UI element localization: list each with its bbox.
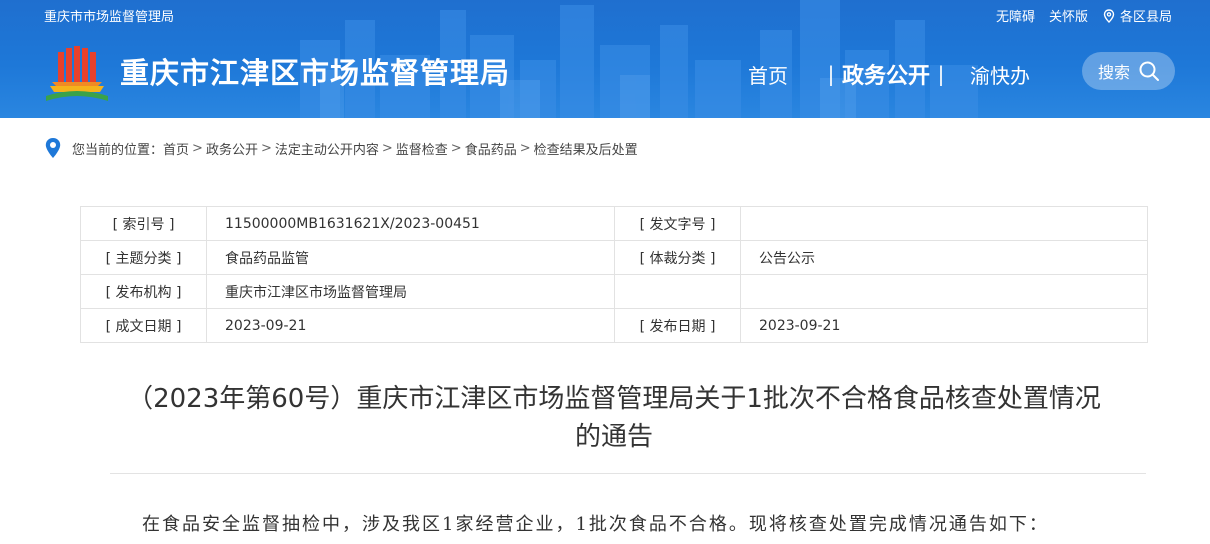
genre-category-value: 公告公示	[740, 240, 1148, 275]
search-icon	[1139, 61, 1160, 81]
nav-gov-affairs[interactable]: 政务公开	[838, 58, 934, 90]
document-title-line: 的通告	[574, 422, 653, 452]
topic-category-value: 食品药品监管	[206, 240, 615, 275]
table-row: [ 成文日期 ] 2023-09-21 [ 发布日期 ] 2023-09-21	[80, 308, 1148, 343]
document-info-table: [ 索引号 ] 11500000MB1631621X/2023-00451 [ …	[80, 206, 1148, 343]
bureau-logo-icon[interactable]	[44, 46, 110, 104]
topic-category-label: [ 主题分类 ]	[80, 240, 207, 275]
nav-separator: |	[937, 62, 945, 86]
index-number-label: [ 索引号 ]	[80, 206, 207, 241]
index-number-value: 11500000MB1631621X/2023-00451	[206, 206, 615, 241]
location-pin-icon	[1103, 8, 1115, 23]
breadcrumb-sep: >	[450, 140, 462, 156]
site-header: 重庆市市场监督管理局 无障碍 关怀版 各区县局 重庆市江津区市场监督管理局 首页…	[0, 0, 1210, 118]
org-name-title[interactable]: 重庆市江津区市场监督管理局	[120, 50, 510, 92]
breadcrumb-sep: >	[192, 140, 203, 156]
breadcrumb-home[interactable]: 首页	[163, 139, 189, 158]
nav-home[interactable]: 首页	[748, 60, 824, 89]
accessibility-link[interactable]: 无障碍	[996, 6, 1035, 25]
breadcrumb-gov-affairs[interactable]: 政务公开	[206, 139, 258, 158]
publish-date-label: [ 发布日期 ]	[614, 308, 741, 343]
table-row: [ 发布机构 ] 重庆市江津区市场监督管理局	[80, 274, 1148, 309]
breadcrumb-sep: >	[381, 140, 393, 156]
location-marker-icon	[45, 138, 61, 158]
issuing-agency-label: [ 发布机构 ]	[80, 274, 207, 309]
district-bureaus-link[interactable]: 各区县局	[1102, 6, 1172, 25]
genre-category-label: [ 体裁分类 ]	[614, 240, 741, 275]
empty-cell	[614, 274, 741, 309]
publish-date-value: 2023-09-21	[740, 308, 1148, 343]
empty-cell	[740, 274, 1148, 309]
doc-number-value	[740, 206, 1148, 241]
table-row: [ 主题分类 ] 食品药品监管 [ 体裁分类 ] 公告公示	[80, 240, 1148, 275]
document-title: （2023年第60号）重庆市江津区市场监督管理局关于1批次不合格食品核查处置情况…	[80, 380, 1148, 456]
nav-separator: |	[827, 62, 835, 86]
main-nav: 首页 | 政务公开 | 渝快办	[748, 58, 1030, 90]
breadcrumb-sep: >	[519, 140, 531, 156]
breadcrumb-sep: >	[260, 140, 272, 156]
doc-number-label: [ 发文字号 ]	[614, 206, 741, 241]
elderly-mode-link[interactable]: 关怀版	[1049, 6, 1088, 25]
nav-yukuaiban[interactable]: 渝快办	[970, 60, 1030, 89]
written-date-label: [ 成文日期 ]	[80, 308, 207, 343]
document-title-line: （2023年第60号）重庆市江津区市场监督管理局关于1批次不合格食品核查处置情况	[127, 384, 1101, 414]
breadcrumb-prefix: 您当前的位置：	[72, 142, 164, 158]
search-button[interactable]: 搜索	[1082, 52, 1175, 90]
district-bureaus-label: 各区县局	[1119, 10, 1172, 25]
search-label: 搜索	[1098, 63, 1131, 82]
top-utility-links: 无障碍 关怀版 各区县局	[996, 6, 1172, 25]
title-divider	[110, 473, 1146, 474]
breadcrumb-results[interactable]: 检查结果及后处置	[534, 139, 638, 158]
table-row: [ 索引号 ] 11500000MB1631621X/2023-00451 [ …	[80, 206, 1148, 241]
breadcrumb-statutory-disclosure[interactable]: 法定主动公开内容	[275, 139, 379, 158]
breadcrumb: 您当前的位置： 首页 > 政务公开 > 法定主动公开内容 > 监督检查 > 食品…	[44, 136, 638, 160]
issuing-agency-value: 重庆市江津区市场监督管理局	[206, 274, 615, 309]
written-date-value: 2023-09-21	[206, 308, 615, 343]
document-body-paragraph: 在食品安全监督抽检中，涉及我区1家经营企业，1批次食品不合格。现将核查处置完成情…	[142, 514, 1049, 535]
breadcrumb-inspection[interactable]: 监督检查	[396, 139, 448, 158]
parent-site-link[interactable]: 重庆市市场监督管理局	[44, 6, 174, 25]
breadcrumb-food-drug[interactable]: 食品药品	[465, 139, 517, 158]
